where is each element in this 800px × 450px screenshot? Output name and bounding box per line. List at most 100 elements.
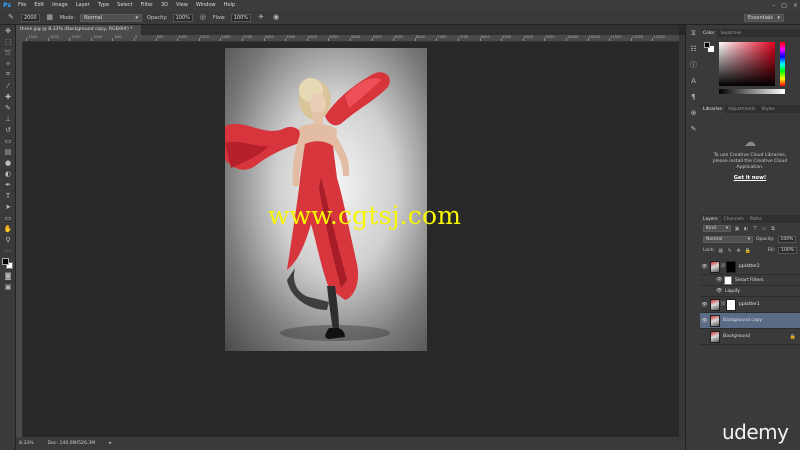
history-icon[interactable]: ⧖ xyxy=(686,25,701,41)
ruler-corner[interactable] xyxy=(16,35,23,42)
mode-select[interactable]: Normal ▾ xyxy=(80,13,143,22)
menu-3d[interactable]: 3D xyxy=(157,0,172,11)
marquee-icon[interactable]: ⬚ xyxy=(0,36,16,47)
tab-styles[interactable]: Styles xyxy=(758,106,777,113)
layer-name[interactable]: Background xyxy=(723,334,750,339)
brush-panel-icon[interactable]: ▦ xyxy=(45,13,55,22)
layer-name[interactable]: pplatter2 xyxy=(739,264,760,269)
layer-row[interactable]: 👁 ⛓ pplatter2 xyxy=(700,259,800,275)
status-menu-icon[interactable]: ▸ xyxy=(109,441,111,446)
minimize-button[interactable]: – xyxy=(772,2,775,9)
layer-row[interactable]: Background 🔒 xyxy=(700,329,800,345)
type-icon[interactable]: T xyxy=(0,190,16,201)
layer-row[interactable]: 👁 ⛓ pplatter1 xyxy=(700,297,800,313)
ruler-left[interactable] xyxy=(16,42,23,437)
move-icon[interactable]: ✥ xyxy=(0,25,16,36)
tab-swatches[interactable]: Swatches xyxy=(717,30,744,37)
tab-libraries[interactable]: Libraries xyxy=(700,106,725,113)
layer-row-selected[interactable]: 👁 Background copy xyxy=(700,313,800,329)
tab-channels[interactable]: Channels xyxy=(721,216,747,223)
path-select-icon[interactable]: ➤ xyxy=(0,201,16,212)
foreground-color-chip[interactable] xyxy=(704,42,710,48)
brush-presets-icon[interactable]: ✎ xyxy=(686,121,701,137)
pixel-filter-icon[interactable]: ▣ xyxy=(734,226,740,232)
paragraph-icon[interactable]: ¶ xyxy=(686,89,701,105)
flow-field[interactable]: 100% xyxy=(230,13,252,22)
zoom-status[interactable]: 8.33% xyxy=(19,441,34,446)
workspace-select[interactable]: Essentials ▾ xyxy=(744,14,784,22)
brush-size-field[interactable]: 2000 xyxy=(21,13,40,22)
maximize-button[interactable]: □ xyxy=(781,2,787,9)
ruler-top[interactable]: -2500 -2000 -1500 -1000 -500 0 500 1000 1500 2000… xyxy=(23,35,679,42)
eye-icon[interactable]: 👁 xyxy=(700,264,709,270)
pen-icon[interactable]: ✒ xyxy=(0,179,16,190)
eye-icon[interactable]: 👁 xyxy=(716,288,722,294)
blend-mode-select[interactable]: Normal ▾ xyxy=(703,236,753,243)
lock-position-icon[interactable]: ✥ xyxy=(736,248,742,254)
menu-layer[interactable]: Layer xyxy=(72,0,94,11)
airbrush-icon[interactable]: ✈ xyxy=(256,13,266,22)
quick-mask-icon[interactable]: ◙ xyxy=(0,270,16,281)
healing-icon[interactable]: ✚ xyxy=(0,91,16,102)
properties-icon[interactable]: ☷ xyxy=(686,41,701,57)
foreground-swatch[interactable] xyxy=(2,258,9,265)
more-tools-icon[interactable]: ⋯ xyxy=(0,245,16,256)
quick-select-icon[interactable]: ✧ xyxy=(0,58,16,69)
grayscale-ramp[interactable] xyxy=(719,89,785,94)
opacity-field[interactable]: 100% xyxy=(172,13,193,22)
smart-filter-mask[interactable] xyxy=(724,275,732,285)
hue-slider[interactable] xyxy=(780,42,785,86)
menu-help[interactable]: Help xyxy=(220,0,239,11)
smart-filters-row[interactable]: 👁 Smart Filters xyxy=(700,275,800,286)
document-tab[interactable]: three.jpg @ 8.33% (Background copy, RGB/… xyxy=(16,25,141,35)
shape-icon[interactable]: ▭ xyxy=(0,212,16,223)
layer-opacity-field[interactable]: 100% xyxy=(777,236,797,243)
get-it-now-link[interactable]: Get it now! xyxy=(730,175,770,181)
pressure-size-icon[interactable]: ◉ xyxy=(271,13,281,22)
layer-mask-thumbnail[interactable] xyxy=(726,298,736,311)
tab-color[interactable]: Color xyxy=(700,30,718,37)
fill-field[interactable]: 100% xyxy=(778,247,797,254)
lasso-icon[interactable]: ➰ xyxy=(0,47,16,58)
eye-icon[interactable]: 👁 xyxy=(716,277,722,283)
kind-filter-select[interactable]: Kind ▾ xyxy=(703,225,731,232)
layer-mask-thumbnail[interactable] xyxy=(726,260,736,273)
menu-image[interactable]: Image xyxy=(48,0,72,11)
gradient-icon[interactable]: ▤ xyxy=(0,146,16,157)
smart-object-filter-icon[interactable]: ⧉ xyxy=(770,226,776,232)
menu-edit[interactable]: Edit xyxy=(30,0,48,11)
zoom-icon[interactable]: ⚲ xyxy=(0,234,16,245)
menu-file[interactable]: File xyxy=(14,0,30,11)
screen-mode-icon[interactable]: ▣ xyxy=(0,281,16,292)
pressure-opacity-icon[interactable]: ◎ xyxy=(198,13,208,22)
shape-filter-icon[interactable]: ▭ xyxy=(761,226,767,232)
lock-image-icon[interactable]: ✎ xyxy=(727,248,733,254)
info-icon[interactable]: ⓘ xyxy=(686,57,701,73)
lock-transparent-icon[interactable]: ▦ xyxy=(718,248,724,254)
brush-icon[interactable]: ✎ xyxy=(0,102,16,113)
character-icon[interactable]: A xyxy=(686,73,701,89)
tab-adjustments[interactable]: Adjustments xyxy=(725,106,759,113)
crop-icon[interactable]: ⌗ xyxy=(0,69,16,80)
stamp-icon[interactable]: ⊥ xyxy=(0,113,16,124)
menu-view[interactable]: View xyxy=(172,0,192,11)
blur-icon[interactable]: ● xyxy=(0,157,16,168)
color-field[interactable] xyxy=(719,42,775,86)
liquify-row[interactable]: 👁 Liquify xyxy=(700,286,800,297)
type-filter-icon[interactable]: T xyxy=(752,226,758,232)
eye-icon[interactable]: 👁 xyxy=(700,302,709,308)
document-image[interactable] xyxy=(225,48,427,351)
adjustment-filter-icon[interactable]: ◐ xyxy=(743,226,749,232)
tab-paths[interactable]: Paths xyxy=(747,216,765,223)
hand-icon[interactable]: ✋ xyxy=(0,223,16,234)
dodge-icon[interactable]: ◐ xyxy=(0,168,16,179)
color-swatches[interactable] xyxy=(0,256,16,270)
eye-icon[interactable]: 👁 xyxy=(700,318,709,324)
lock-all-icon[interactable]: 🔒 xyxy=(745,248,751,254)
menu-filter[interactable]: Filter xyxy=(137,0,157,11)
menu-window[interactable]: Window xyxy=(192,0,220,11)
clone-source-icon[interactable]: ⊕ xyxy=(686,105,701,121)
eyedropper-icon[interactable]: ⁄ xyxy=(0,80,16,91)
eraser-icon[interactable]: ▭ xyxy=(0,135,16,146)
history-brush-icon[interactable]: ↺ xyxy=(0,124,16,135)
